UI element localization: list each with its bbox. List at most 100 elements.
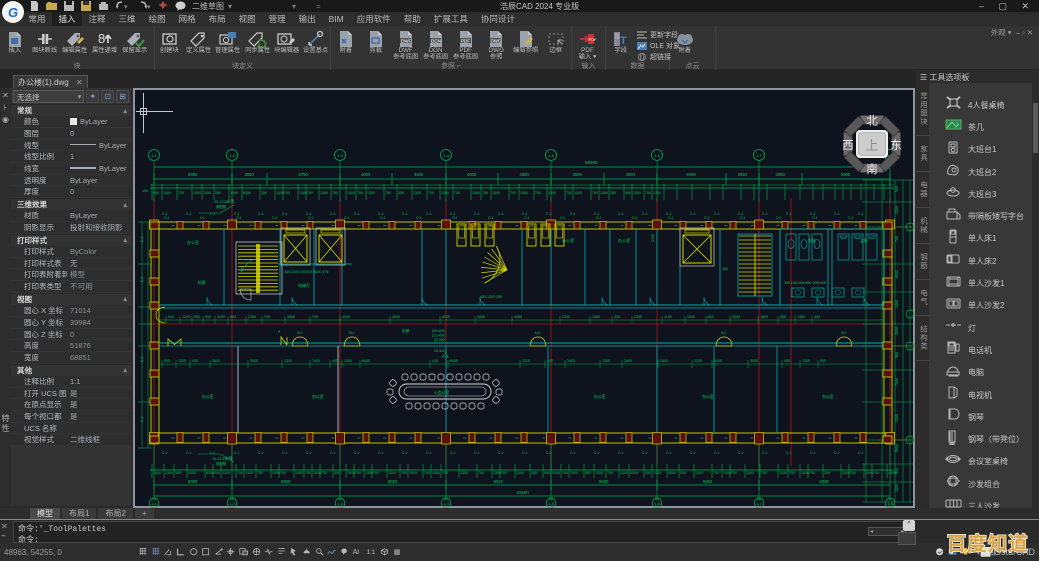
svg-text:3000: 3000: [895, 327, 899, 335]
svg-text:750: 750: [332, 191, 338, 195]
svg-text:700: 700: [312, 315, 318, 319]
svg-text:700: 700: [284, 191, 290, 195]
svg-text:1300: 1300: [895, 484, 899, 492]
svg-text:350: 350: [398, 191, 404, 195]
svg-text:O-1: O-1: [596, 216, 602, 220]
svg-text:1300: 1300: [746, 471, 754, 475]
svg-text:2350: 2350: [203, 191, 211, 195]
svg-text:4000: 4000: [342, 315, 350, 319]
svg-text:350: 350: [334, 471, 340, 475]
svg-text:O-1: O-1: [416, 216, 422, 220]
svg-text:750: 750: [401, 471, 407, 475]
svg-text:C-1: C-1: [140, 356, 144, 362]
svg-text:DWF: DWF: [401, 39, 411, 44]
svg-text:C-1: C-1: [834, 212, 840, 216]
svg-text:6750: 6750: [299, 172, 309, 177]
svg-text:PDF: PDF: [589, 37, 598, 42]
svg-text:4000: 4000: [392, 315, 400, 319]
svg-text:办公室: 办公室: [594, 394, 606, 399]
svg-text:C-1: C-1: [140, 416, 144, 422]
svg-text:300 1450 850 850 1050 600: 300 1450 850 850 1050 600: [784, 281, 827, 285]
svg-text:1-2: 1-2: [229, 501, 236, 506]
svg-text:8010: 8010: [494, 479, 504, 484]
svg-text:1300: 1300: [245, 471, 253, 475]
svg-text:1300: 1300: [409, 471, 417, 475]
svg-text:4000: 4000: [467, 172, 477, 177]
svg-text:8: 8: [98, 31, 105, 46]
svg-text:东: 东: [890, 139, 902, 152]
svg-text:900: 900: [895, 186, 899, 192]
svg-text:1300: 1300: [413, 191, 421, 195]
svg-text:1200: 1200: [694, 359, 702, 363]
svg-text:C-1: C-1: [258, 212, 264, 216]
svg-text:350: 350: [261, 191, 267, 195]
svg-text:6000: 6000: [820, 479, 830, 484]
svg-text:上: 上: [865, 138, 878, 153]
svg-text:1850: 1850: [760, 315, 768, 319]
svg-text:2350: 2350: [630, 471, 638, 475]
svg-text:南: 南: [866, 162, 878, 176]
svg-text:750: 750: [535, 191, 541, 195]
svg-text:O-1: O-1: [164, 216, 170, 220]
svg-text:1-1: 1-1: [151, 501, 158, 506]
svg-text:750: 750: [761, 471, 767, 475]
svg-text:O-1: O-1: [488, 216, 494, 220]
svg-text:O-1: O-1: [668, 216, 674, 220]
svg-text:250: 250: [722, 267, 728, 271]
svg-text:7400: 7400: [312, 359, 320, 363]
svg-text:M-1: M-1: [535, 331, 541, 335]
svg-text:1300: 1300: [230, 191, 238, 195]
svg-text:O-1: O-1: [344, 216, 350, 220]
svg-text:1-3: 1-3: [337, 501, 344, 506]
svg-text:O-1: O-1: [776, 216, 782, 220]
svg-text:2780: 2780: [634, 315, 642, 319]
svg-text:办公室: 办公室: [187, 239, 199, 245]
svg-text:1300: 1300: [367, 191, 375, 195]
svg-text:百度知道: 百度知道: [947, 532, 1029, 555]
svg-text:办公室: 办公室: [202, 394, 214, 399]
svg-text:2350: 2350: [165, 471, 173, 475]
svg-text:1300: 1300: [574, 191, 582, 195]
svg-text:C-1: C-1: [618, 212, 624, 216]
svg-text:O-1: O-1: [200, 216, 206, 220]
svg-text:C-1: C-1: [426, 212, 432, 216]
svg-text:25.300: 25.300: [434, 338, 445, 342]
svg-text:C-1: C-1: [618, 451, 624, 455]
svg-text:C-1: C-1: [522, 451, 528, 455]
svg-text:800: 800: [708, 315, 714, 319]
svg-text:3050: 3050: [738, 172, 748, 177]
svg-text:C-1: C-1: [186, 212, 192, 216]
svg-text:C-1: C-1: [690, 451, 696, 455]
svg-text:1300: 1300: [320, 191, 328, 195]
svg-text:3000: 3000: [776, 172, 786, 177]
svg-text:400: 400: [814, 315, 820, 319]
svg-text:C-1: C-1: [234, 451, 240, 455]
svg-text:1-3: 1-3: [337, 153, 344, 158]
svg-text:4300: 4300: [414, 172, 424, 177]
svg-text:2700: 2700: [562, 315, 570, 319]
svg-text:C-1: C-1: [738, 451, 744, 455]
svg-text:C-1: C-1: [140, 236, 144, 242]
svg-text:700: 700: [850, 471, 856, 475]
svg-text:C-1: C-1: [762, 212, 768, 216]
svg-text:6000: 6000: [188, 172, 198, 177]
svg-text:C-1: C-1: [786, 212, 792, 216]
svg-text:M-1: M-1: [297, 331, 303, 335]
svg-text:3400: 3400: [660, 359, 668, 363]
svg-text:900: 900: [895, 352, 899, 358]
svg-text:700: 700: [478, 471, 484, 475]
svg-text:1-6: 1-6: [654, 153, 661, 158]
svg-text:750: 750: [280, 471, 286, 475]
svg-text:A: A: [353, 549, 358, 556]
svg-text:900: 900: [168, 315, 174, 319]
svg-text:6400: 6400: [362, 359, 370, 363]
svg-text:6750: 6750: [687, 172, 697, 177]
svg-text:700: 700: [357, 191, 363, 195]
svg-text:1:1: 1:1: [367, 549, 376, 556]
svg-text:C-1: C-1: [186, 451, 192, 455]
svg-text:1-4: 1-4: [443, 501, 450, 506]
svg-text:1300: 1300: [188, 471, 196, 475]
svg-text:700: 700: [873, 471, 879, 475]
svg-text:700: 700: [264, 315, 270, 319]
svg-text:700: 700: [373, 471, 379, 475]
